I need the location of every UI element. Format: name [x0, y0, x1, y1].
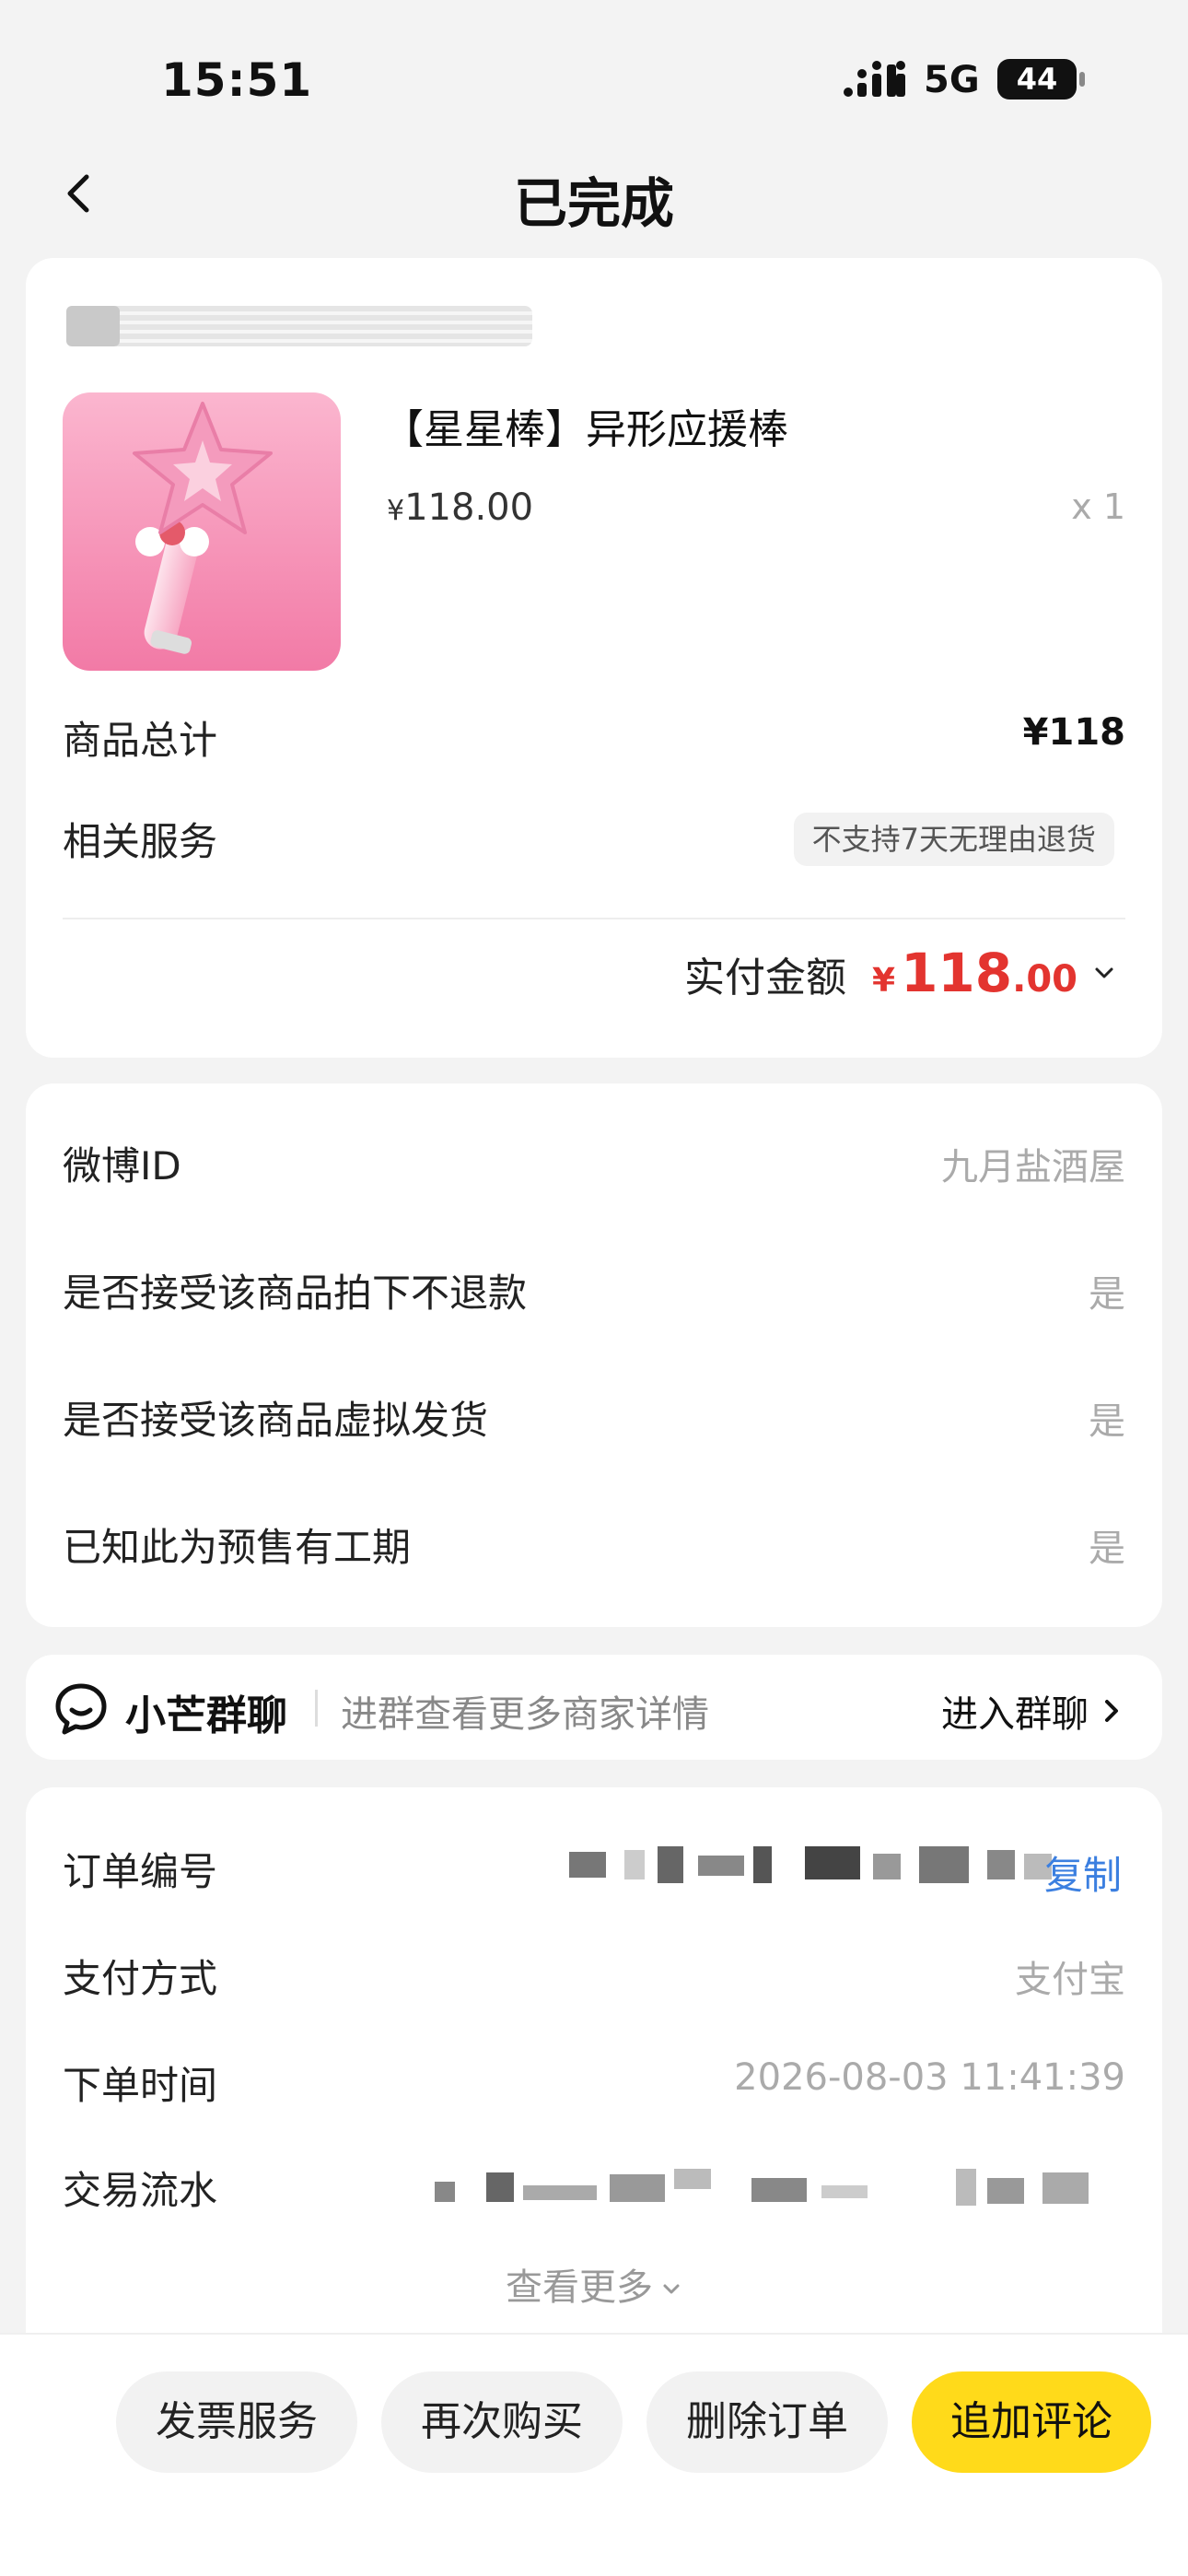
enter-group-chat-button[interactable]: 进入群聊	[941, 1684, 1122, 1738]
page-title: 已完成	[513, 172, 674, 235]
product-image[interactable]	[63, 392, 341, 671]
nav-bar: 已完成	[0, 147, 1188, 240]
paid-integer: 118	[901, 942, 1013, 1004]
order-product-card: 【星星棒】异形应援棒 ¥118.00 x 1 商品总计 ¥118 相关服务 不支…	[26, 258, 1162, 1058]
total-value: ¥118	[1022, 711, 1125, 754]
rebuy-button[interactable]: 再次购买	[381, 2371, 623, 2473]
price-value: 118.00	[404, 486, 534, 529]
invoice-button[interactable]: 发票服务	[116, 2371, 357, 2473]
order-details-card: 订单编号 复制 支付方式 支付宝 下单时间 2026-08-03 11:41:3…	[26, 1787, 1162, 2359]
product-price: ¥118.00	[387, 486, 533, 529]
enter-group-chat-label: 进入群聊	[941, 1693, 1089, 1736]
chevron-right-icon	[1105, 1700, 1118, 1722]
bottom-action-bar: 发票服务 再次购买 删除订单 追加评论	[0, 2333, 1188, 2576]
chat-bubble-icon	[55, 1683, 107, 1735]
view-more-label: 查看更多	[506, 2266, 653, 2309]
info-label-no-refund: 是否接受该商品拍下不退款	[63, 1270, 528, 1316]
total-label: 商品总计	[63, 718, 218, 763]
info-label-virtual: 是否接受该商品虚拟发货	[63, 1398, 489, 1443]
add-review-button[interactable]: 追加评论	[912, 2371, 1151, 2473]
shop-name-blurred[interactable]	[66, 306, 532, 346]
transaction-label: 交易流水	[63, 2168, 218, 2213]
pay-method-label: 支付方式	[63, 1956, 218, 2001]
view-more-button[interactable]: 查看更多	[26, 2257, 1162, 2311]
info-value-virtual: 是	[1089, 1400, 1125, 1443]
paid-label: 实付金额	[684, 954, 846, 1001]
group-chat-desc: 进群查看更多商家详情	[341, 1693, 709, 1736]
order-no-blurred	[569, 1846, 1052, 1883]
product-quantity: x 1	[1071, 486, 1125, 527]
info-label-presale: 已知此为预售有工期	[63, 1525, 412, 1570]
order-time-value: 2026-08-03 11:41:39	[734, 2056, 1125, 2099]
group-chat-title: 小芒群聊	[125, 1692, 287, 1739]
service-badge: 不支持7天无理由退货	[793, 813, 1114, 866]
info-value-no-refund: 是	[1089, 1273, 1125, 1316]
transaction-no-blurred	[435, 2169, 1089, 2206]
status-time: 15:51	[161, 53, 313, 107]
order-info-card: 微博ID 九月盐酒屋 是否接受该商品拍下不退款 是 是否接受该商品虚拟发货 是 …	[26, 1083, 1162, 1627]
paid-amount[interactable]: 实付金额 ¥ 118 .00	[684, 942, 1116, 1004]
info-label-weibo: 微博ID	[63, 1143, 181, 1188]
product-title[interactable]: 【星星棒】异形应援棒	[383, 396, 788, 455]
pay-method-value: 支付宝	[1015, 1959, 1125, 2001]
network-label: 5G	[924, 59, 980, 101]
delete-order-button[interactable]: 删除订单	[646, 2371, 888, 2473]
divider	[63, 918, 1125, 919]
status-bar: 15:51 5G 44	[0, 0, 1188, 147]
info-value-weibo: 九月盐酒屋	[941, 1146, 1125, 1188]
paid-symbol: ¥	[872, 962, 896, 1000]
group-chat-banner[interactable]: 小芒群聊 进群查看更多商家详情 进入群聊	[26, 1655, 1162, 1760]
battery-tip	[1079, 72, 1085, 87]
service-label: 相关服务	[63, 819, 218, 864]
copy-order-no-button[interactable]: 复制	[1044, 1844, 1122, 1901]
paid-decimal: .00	[1012, 958, 1077, 1001]
chevron-down-icon	[663, 2284, 680, 2294]
separator	[315, 1690, 318, 1727]
order-time-label: 下单时间	[63, 2063, 218, 2108]
battery-icon: 44	[997, 59, 1077, 100]
price-symbol: ¥	[387, 495, 405, 527]
chevron-down-icon[interactable]	[1092, 961, 1116, 985]
order-no-label: 订单编号	[63, 1849, 218, 1894]
info-value-presale: 是	[1089, 1528, 1125, 1570]
signal-icon	[844, 61, 905, 97]
